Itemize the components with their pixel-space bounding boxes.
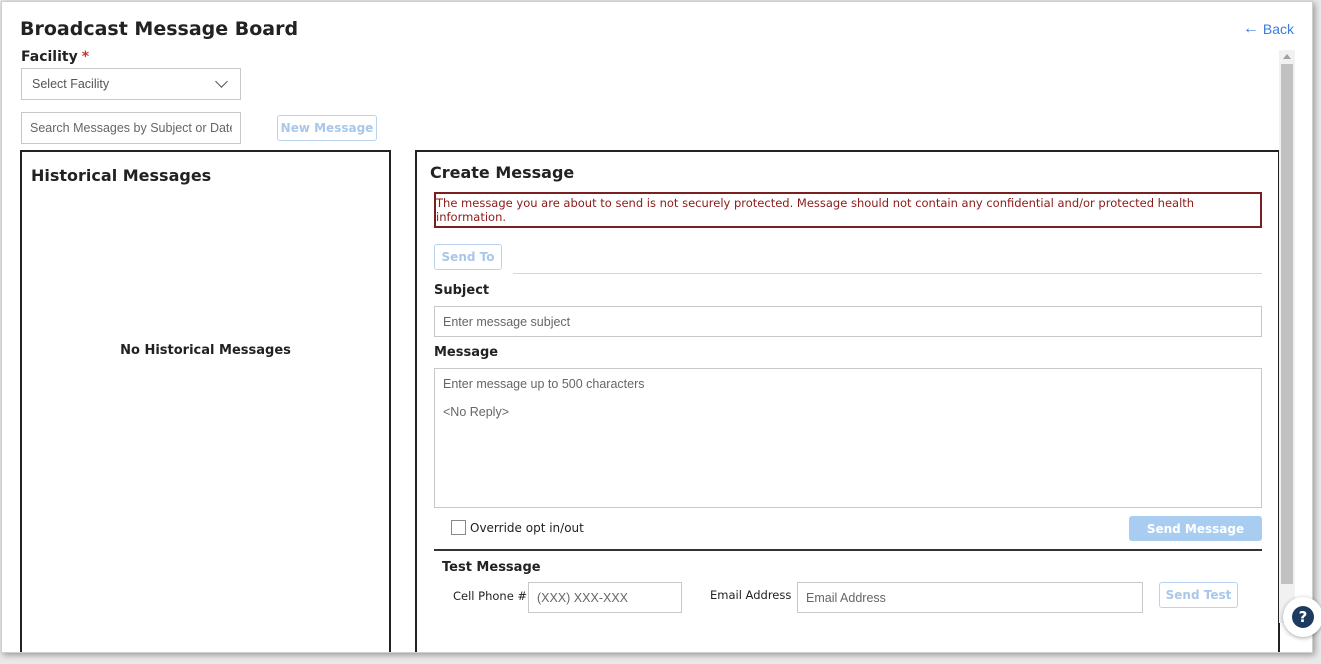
- no-reply-footer: <No Reply>: [443, 405, 510, 419]
- facility-select-value: Select Facility: [32, 77, 110, 91]
- cell-phone-input[interactable]: [528, 582, 682, 613]
- help-button[interactable]: ?: [1283, 597, 1321, 637]
- security-warning: The message you are about to send is not…: [434, 192, 1262, 228]
- email-address-label: Email Address: [710, 588, 792, 602]
- historical-messages-panel: Historical Messages No Historical Messag…: [20, 150, 391, 652]
- search-messages-input[interactable]: [21, 112, 241, 144]
- send-test-button[interactable]: Send Test: [1159, 582, 1238, 608]
- facility-label: Facility *: [21, 49, 89, 65]
- vertical-scrollbar[interactable]: [1279, 50, 1295, 623]
- no-historical-messages-text: No Historical Messages: [120, 343, 291, 358]
- scroll-up-icon[interactable]: [1283, 54, 1291, 59]
- section-divider: [434, 549, 1262, 551]
- override-opt-checkbox-row[interactable]: Override opt in/out: [451, 520, 584, 535]
- override-label: Override opt in/out: [470, 520, 584, 535]
- historical-messages-title: Historical Messages: [31, 166, 212, 185]
- back-link[interactable]: ← Back: [1242, 20, 1294, 38]
- send-message-button[interactable]: Send Message: [1129, 516, 1262, 541]
- cell-phone-label: Cell Phone #: [453, 589, 528, 603]
- override-checkbox[interactable]: [451, 520, 466, 535]
- message-label: Message: [434, 345, 499, 360]
- subject-input[interactable]: [434, 306, 1262, 337]
- chevron-down-icon: [215, 75, 228, 88]
- message-placeholder: Enter message up to 500 characters: [443, 377, 645, 391]
- back-label: Back: [1262, 21, 1294, 37]
- send-to-divider: [513, 273, 1262, 274]
- facility-label-text: Facility: [21, 49, 78, 65]
- send-to-button[interactable]: Send To: [434, 244, 502, 270]
- page-title: Broadcast Message Board: [20, 18, 299, 40]
- create-message-panel: Create Message The message you are about…: [415, 150, 1280, 652]
- required-mark: *: [81, 49, 90, 65]
- email-address-input[interactable]: [797, 582, 1143, 613]
- message-textarea[interactable]: Enter message up to 500 characters <No R…: [434, 368, 1262, 508]
- new-message-button[interactable]: New Message: [277, 115, 377, 141]
- app-window: Broadcast Message Board ← Back Facility *…: [1, 1, 1313, 653]
- subject-label: Subject: [434, 283, 490, 298]
- arrow-left-icon: ←: [1242, 20, 1259, 37]
- create-message-title: Create Message: [430, 163, 575, 182]
- test-message-title: Test Message: [442, 560, 541, 575]
- facility-select[interactable]: Select Facility: [21, 68, 241, 100]
- question-mark-icon: ?: [1292, 606, 1314, 628]
- scrollbar-thumb[interactable]: [1281, 64, 1293, 584]
